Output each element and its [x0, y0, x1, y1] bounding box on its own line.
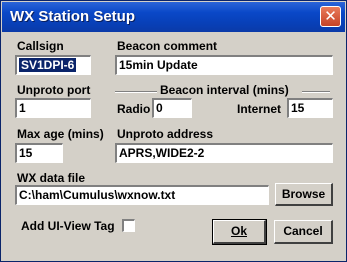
unproto-address-field[interactable]: APRS,WIDE2-2 — [115, 143, 333, 163]
internet-interval-label: Internet — [237, 102, 282, 116]
beacon-interval-rule-right — [302, 91, 330, 93]
unproto-address-label: Unproto address — [117, 127, 214, 141]
window-title: WX Station Setup — [10, 8, 135, 25]
wx-data-file-label: WX data file — [17, 171, 86, 185]
radio-interval-field[interactable]: 0 — [152, 98, 192, 118]
radio-interval-label: Radio — [117, 102, 151, 116]
ok-button-label: Ok — [230, 224, 247, 238]
beacon-comment-label: Beacon comment — [117, 39, 218, 53]
internet-interval-field[interactable]: 15 — [287, 98, 333, 118]
unproto-port-field[interactable]: 1 — [15, 98, 91, 118]
callsign-field[interactable]: SV1DPI-6 — [15, 55, 91, 75]
beacon-interval-rule-left — [115, 91, 157, 93]
beacon-interval-label: Beacon interval (mins) — [160, 83, 289, 97]
unproto-port-label: Unproto port — [17, 83, 91, 97]
max-age-field[interactable]: 15 — [15, 143, 63, 163]
callsign-label: Callsign — [17, 39, 64, 53]
ok-button[interactable]: Ok — [212, 219, 267, 245]
callsign-value: SV1DPI-6 — [19, 58, 77, 72]
wx-data-file-field[interactable]: C:\ham\Cumulus\wxnow.txt — [15, 185, 269, 205]
beacon-comment-field[interactable]: 15min Update — [115, 55, 333, 75]
ui-view-tag-checkbox[interactable] — [122, 219, 135, 232]
browse-button[interactable]: Browse — [275, 183, 333, 206]
wx-station-setup-dialog: WX Station Setup ✕ Callsign SV1DPI-6 Bea… — [0, 0, 347, 262]
title-bar[interactable]: WX Station Setup ✕ — [2, 2, 345, 32]
close-icon[interactable]: ✕ — [320, 6, 341, 27]
cancel-button[interactable]: Cancel — [274, 220, 333, 244]
ui-view-tag-label: Add UI-View Tag — [21, 219, 115, 233]
max-age-label: Max age (mins) — [17, 127, 104, 141]
